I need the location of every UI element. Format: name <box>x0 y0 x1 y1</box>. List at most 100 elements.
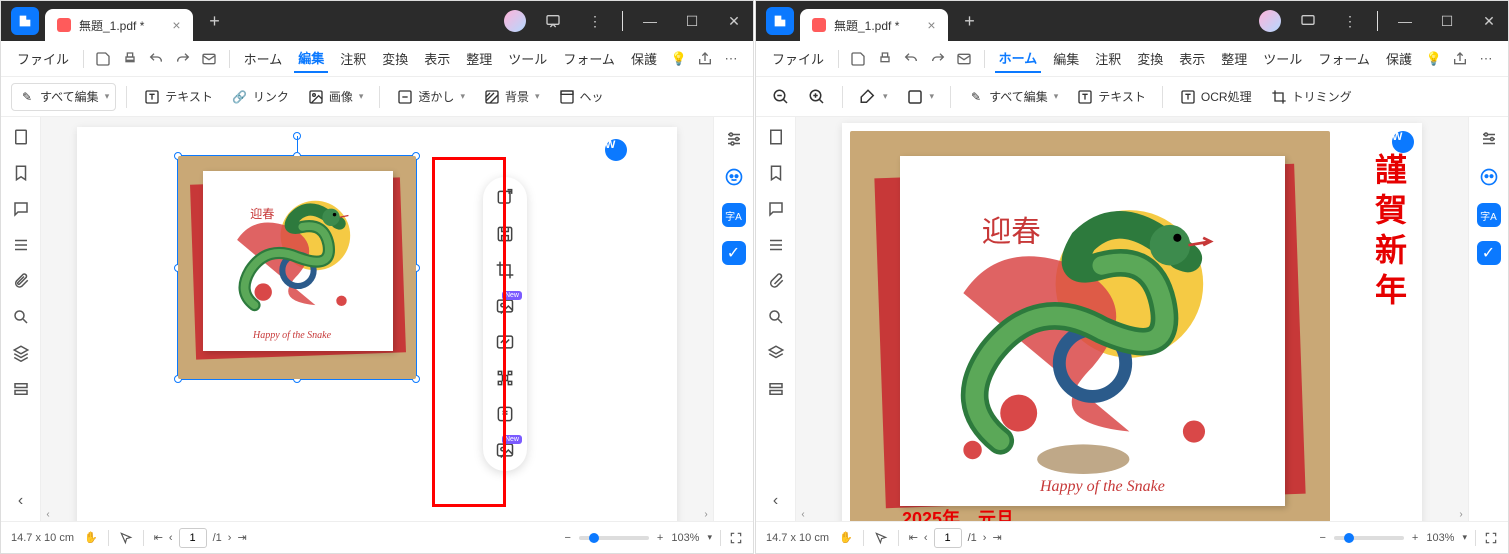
document-canvas[interactable]: W <box>796 117 1468 521</box>
comment-panel-icon[interactable] <box>11 199 31 219</box>
enhance-image-icon[interactable]: New <box>494 295 516 317</box>
hand-tool-icon[interactable]: ✋ <box>839 531 853 544</box>
tab-close-icon[interactable]: × <box>927 17 935 33</box>
layers-icon[interactable] <box>11 343 31 363</box>
thumbnails-icon[interactable] <box>766 127 786 147</box>
h-scrollbar[interactable]: ‹› <box>41 507 713 521</box>
tab-close-icon[interactable]: × <box>172 17 180 33</box>
ai-image-icon[interactable]: New <box>494 439 516 461</box>
zoom-in-icon[interactable]: + <box>657 532 663 544</box>
more-icon[interactable]: ⋮ <box>580 6 610 36</box>
bookmark-icon[interactable] <box>11 163 31 183</box>
close-button[interactable]: ✕ <box>1474 6 1504 36</box>
collapse-icon[interactable]: ‹ <box>11 491 31 511</box>
menu-tab-protect[interactable]: 保護 <box>1382 45 1416 72</box>
undo-icon[interactable] <box>902 49 921 69</box>
menu-tab-home[interactable]: ホーム <box>995 44 1042 73</box>
ocr-tool[interactable]: OCR処理 <box>1173 84 1258 110</box>
zoom-out-icon[interactable]: − <box>564 532 570 544</box>
properties-icon[interactable] <box>722 127 746 151</box>
trimming-tool[interactable]: トリミング <box>1264 84 1358 110</box>
h-scrollbar[interactable]: ‹› <box>796 507 1468 521</box>
shape-tool[interactable]: ▾ <box>900 84 941 110</box>
app-logo-icon[interactable] <box>766 7 794 35</box>
edit-all-button[interactable]: ✎ すべて編集 ▾ <box>11 83 116 111</box>
first-page-icon[interactable]: ⇤ <box>909 531 918 544</box>
fit-page-icon[interactable] <box>729 531 743 545</box>
properties-icon[interactable] <box>1477 127 1501 151</box>
next-page-icon[interactable]: › <box>228 532 232 544</box>
menu-tab-annotate[interactable]: 注釈 <box>336 45 370 72</box>
print-icon[interactable] <box>120 49 139 69</box>
layers-icon[interactable] <box>766 343 786 363</box>
menu-tab-tools[interactable]: ツール <box>504 45 551 72</box>
comment-icon[interactable] <box>1293 6 1323 36</box>
save-icon[interactable] <box>849 49 868 69</box>
highlight-tool[interactable]: ▾ <box>853 84 894 110</box>
page-input[interactable] <box>179 528 207 548</box>
user-avatar[interactable] <box>504 10 526 32</box>
menu-tab-tools[interactable]: ツール <box>1259 45 1306 72</box>
menu-tab-edit[interactable]: 編集 <box>294 44 328 73</box>
link-tool[interactable]: 🔗リンク <box>225 84 295 110</box>
zoom-dropdown-icon[interactable]: ▾ <box>707 532 712 543</box>
header-tool[interactable]: ヘッ <box>552 84 610 110</box>
menu-tab-organize[interactable]: 整理 <box>462 45 496 72</box>
zoom-dropdown-icon[interactable]: ▾ <box>1462 532 1467 543</box>
bulb-icon[interactable]: 💡 <box>1424 49 1444 69</box>
menu-tab-convert[interactable]: 変換 <box>378 45 412 72</box>
menu-file[interactable]: ファイル <box>13 45 73 72</box>
attachment-icon[interactable] <box>11 271 31 291</box>
mail-icon[interactable] <box>955 49 974 69</box>
background-tool[interactable]: 背景▾ <box>477 84 546 110</box>
word-badge-icon[interactable]: W <box>605 139 627 161</box>
zoom-slider[interactable] <box>1334 536 1404 540</box>
menu-tab-view[interactable]: 表示 <box>420 45 454 72</box>
zoom-in-tool[interactable] <box>802 84 832 110</box>
fit-page-icon[interactable] <box>1484 531 1498 545</box>
extract-text-icon[interactable] <box>494 367 516 389</box>
menu-file[interactable]: ファイル <box>768 45 828 72</box>
menu-tab-protect[interactable]: 保護 <box>627 45 661 72</box>
document-tab[interactable]: 無題_1.pdf * × <box>800 9 948 41</box>
document-canvas[interactable]: W <box>41 117 713 521</box>
save-icon[interactable] <box>94 49 113 69</box>
search-sidebar-icon[interactable] <box>766 307 786 327</box>
menu-tab-annotate[interactable]: 注釈 <box>1091 45 1125 72</box>
add-image-icon[interactable] <box>494 187 516 209</box>
minimize-button[interactable]: — <box>635 6 665 36</box>
word-badge-icon[interactable]: W <box>1392 131 1414 153</box>
list-icon[interactable] <box>11 235 31 255</box>
bulb-icon[interactable]: 💡 <box>669 49 689 69</box>
undo-icon[interactable] <box>147 49 166 69</box>
hand-tool-icon[interactable]: ✋ <box>84 531 98 544</box>
zoom-out-tool[interactable] <box>766 84 796 110</box>
first-page-icon[interactable]: ⇤ <box>154 531 163 544</box>
user-avatar[interactable] <box>1259 10 1281 32</box>
redo-icon[interactable] <box>174 49 193 69</box>
menu-tab-form[interactable]: フォーム <box>1314 45 1374 72</box>
zoom-in-icon[interactable]: + <box>1412 532 1418 544</box>
app-logo-icon[interactable] <box>11 7 39 35</box>
thumbnails-icon[interactable] <box>11 127 31 147</box>
crop-icon[interactable] <box>494 259 516 281</box>
overflow-icon[interactable]: ⋯ <box>721 49 741 69</box>
page-input[interactable] <box>934 528 962 548</box>
menu-tab-edit[interactable]: 編集 <box>1049 45 1083 72</box>
ai-assistant-icon[interactable] <box>1477 165 1501 189</box>
next-page-icon[interactable]: › <box>983 532 987 544</box>
replace-image-icon[interactable] <box>494 331 516 353</box>
comment-icon[interactable] <box>538 6 568 36</box>
menu-tab-form[interactable]: フォーム <box>559 45 619 72</box>
tab-add-button[interactable]: + <box>960 11 980 31</box>
menu-tab-organize[interactable]: 整理 <box>1217 45 1251 72</box>
last-page-icon[interactable]: ⇥ <box>992 531 1001 544</box>
share-icon[interactable] <box>695 49 715 69</box>
text-tool[interactable]: テキスト <box>137 84 219 110</box>
overflow-icon[interactable]: ⋯ <box>1476 49 1496 69</box>
prev-page-icon[interactable]: ‹ <box>924 532 928 544</box>
watermark-tool[interactable]: 透かし▾ <box>390 84 471 110</box>
edit-all-button[interactable]: ✎すべて編集▾ <box>961 84 1064 110</box>
print-icon[interactable] <box>875 49 894 69</box>
maximize-button[interactable]: ☐ <box>1432 6 1462 36</box>
